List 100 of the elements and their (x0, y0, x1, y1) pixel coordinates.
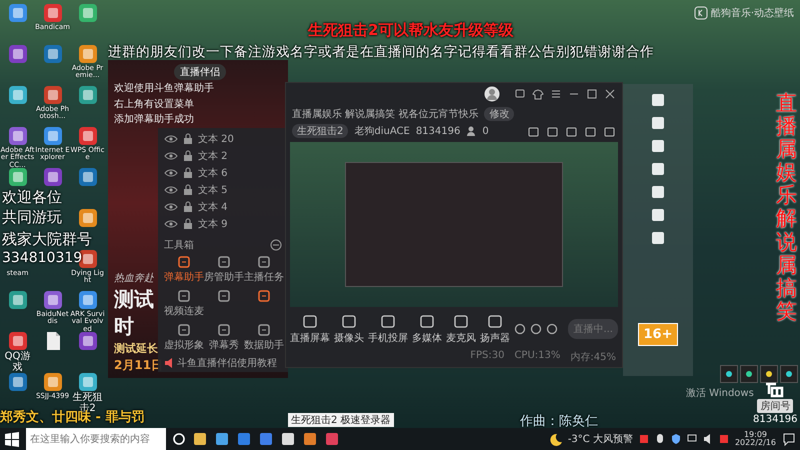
app-icon (42, 3, 62, 23)
tool-icon (177, 323, 191, 337)
tool-button[interactable]: 主播任务 (244, 255, 284, 285)
app-icon (78, 167, 98, 187)
tool-icon (257, 289, 271, 303)
age-rating-badge: 16+ (638, 323, 678, 346)
toolbar-icon (341, 314, 357, 330)
avatar-icon[interactable] (484, 86, 500, 102)
app-icon (8, 85, 28, 105)
tool-button[interactable]: 虚拟形象 (164, 323, 204, 353)
layer-label: 文本 5 (198, 184, 228, 197)
toolbar-icon (419, 314, 435, 330)
app-icon (78, 331, 98, 351)
tool-button[interactable]: 数据助手 (244, 323, 284, 353)
toolbar-icon (302, 314, 318, 330)
room-number: 8134196 (416, 126, 460, 136)
section-title: 工具箱 (164, 239, 194, 252)
shield-icon[interactable] (670, 433, 681, 445)
layer-label: 文本 2 (198, 150, 228, 163)
speaker-icon[interactable] (702, 433, 713, 445)
app-icon (42, 85, 62, 105)
microphone-icon[interactable] (654, 433, 665, 445)
welcome-text: 共同游玩 (2, 208, 62, 227)
banner-text: 测试延长 (114, 341, 159, 356)
tool-icon (257, 255, 271, 269)
viewer-count: 0 (482, 126, 489, 136)
speaker-icon (164, 357, 174, 369)
vertical-slogan: 直播属娱乐解说属搞笑 (776, 92, 797, 323)
tray-app-icon[interactable] (638, 433, 649, 445)
windows-activation-text: 激活 Windows (686, 387, 754, 400)
group-label: 残家大院群号 (2, 230, 92, 249)
layer-label: 文本 6 (198, 166, 228, 180)
app-icon (8, 44, 28, 64)
tool-icon (177, 255, 191, 269)
intro-text: 欢迎使用斗鱼弹幕助手 (114, 83, 215, 96)
app-icon (42, 126, 62, 146)
menu-icon[interactable] (550, 88, 562, 100)
clock-time: 19:09 (744, 431, 768, 439)
input-method-icon[interactable] (720, 365, 738, 383)
status-text: CPU:13% (514, 350, 560, 363)
minus-circle-icon[interactable] (270, 239, 282, 251)
clock-date: 2022/2/16 (734, 439, 776, 447)
tool-button[interactable]: 视频连麦 (164, 289, 204, 319)
category-chip[interactable]: 生死狙击2 (292, 124, 348, 138)
intro-text: 添加弹幕助手成功 (114, 114, 195, 126)
stream-title: 直播属娱乐 解说属搞笑 祝各位元宵节快乐 (292, 108, 478, 121)
icon-label: QQ游戏 (4, 352, 32, 373)
toolbar-icon (453, 314, 469, 330)
room-label: 房间号 (757, 399, 794, 413)
toolbar-icon (487, 314, 503, 330)
music-app-icon (694, 6, 708, 20)
circle-icon[interactable] (172, 432, 186, 446)
toolbar-button[interactable]: 多媒体 (412, 314, 442, 344)
taskbar-app-icon[interactable] (192, 431, 208, 447)
app-icon (8, 167, 28, 187)
app-icon (42, 44, 62, 64)
people-icon (466, 125, 476, 137)
maximize-icon[interactable] (586, 88, 598, 100)
taskbar-app-icon[interactable] (214, 431, 230, 447)
search-field[interactable]: 在这里输入你要搜索的内容 (26, 428, 166, 450)
tool-button[interactable]: 弹幕秀 (209, 323, 239, 353)
app-icon (8, 126, 28, 146)
tool-icon (177, 289, 191, 303)
toolbar-button[interactable]: 麦克风 (446, 314, 476, 344)
app-icon (8, 290, 28, 310)
tool-icon (217, 289, 231, 303)
taskbar-app-icon[interactable] (302, 431, 318, 447)
tool-icon (217, 323, 231, 337)
layer-label: 文本 9 (198, 218, 228, 231)
toolbar-button[interactable]: 直播屏幕 (290, 314, 330, 344)
intro-text: 右上角有设置菜单 (114, 98, 195, 111)
app-icon (78, 44, 98, 64)
notification-icon[interactable] (782, 432, 796, 446)
status-text: FPS:30 (470, 350, 504, 363)
taskbar-tooltip: 生死狙击2 极速登录器 (288, 413, 394, 427)
song-title: 郑秀文、廿四味 - 罪与罚 (0, 410, 144, 426)
app-icon (78, 85, 98, 105)
tool-button[interactable]: 弹幕助手 (164, 255, 204, 285)
edit-button[interactable]: 修改 (484, 107, 514, 121)
app-icon (78, 208, 98, 228)
tray-app-icon[interactable] (718, 433, 729, 445)
app-icon (78, 3, 98, 23)
notice-text: 进群的朋友们改一下备注游戏名字或者是在直播间的名字记得看看群公告别犯错谢谢合作 (108, 43, 654, 61)
app-icon (42, 167, 62, 187)
welcome-text: 欢迎各位 (2, 188, 62, 207)
taskbar-app-icon[interactable] (280, 431, 296, 447)
toolbar-button[interactable]: 扬声器 (480, 314, 510, 344)
tool-icon (217, 255, 231, 269)
app-title-chip: 直播伴侣 (174, 64, 226, 80)
wallpaper-credit: 酷狗音乐·动态壁纸 (710, 6, 794, 20)
close-icon[interactable] (604, 88, 616, 100)
toolbar-button[interactable]: 手机投屏 (368, 314, 408, 344)
tutorial-link[interactable]: 斗鱼直播伴侣使用教程 (177, 356, 277, 370)
toolbar-button[interactable]: 摄像头 (334, 314, 364, 344)
app-icon (78, 290, 98, 310)
windows-start-icon[interactable] (4, 431, 20, 447)
room-id: 8134196 (753, 414, 798, 425)
app-icon (78, 372, 98, 392)
composer-credit: 作曲：陈奂仁 (520, 413, 598, 428)
tool-button[interactable]: 房管助手 (204, 255, 244, 285)
